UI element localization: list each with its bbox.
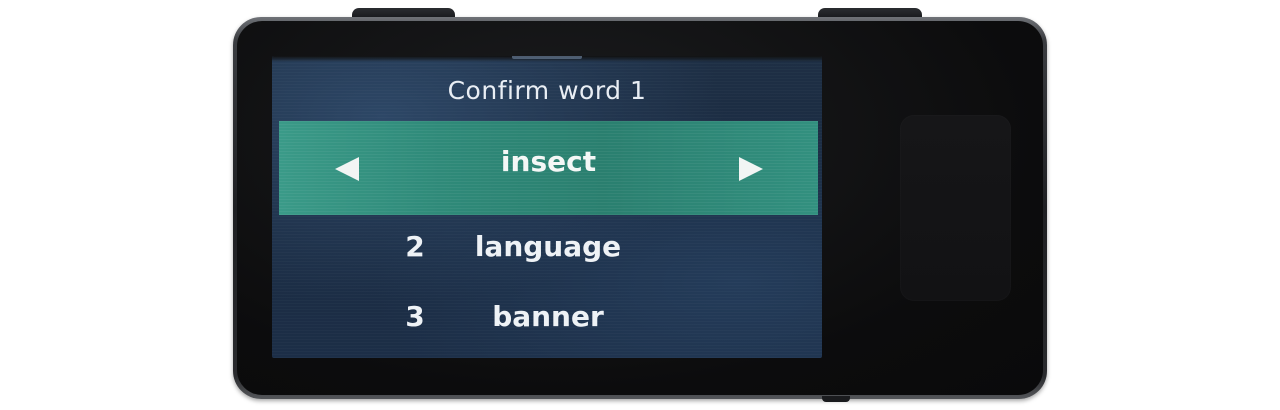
option-word: language [474, 230, 622, 263]
option-number: 2 [405, 230, 425, 263]
option-number: 3 [405, 300, 425, 333]
triangle-right-icon[interactable] [739, 157, 763, 181]
option-word: banner [492, 300, 604, 333]
word-option-row[interactable]: 3 banner [272, 294, 822, 344]
touch-pad[interactable] [900, 115, 1011, 301]
swipe-indicator [512, 56, 582, 59]
device-stage: Confirm word 1 insect 2 language 3 banne… [0, 0, 1280, 410]
bottom-connector [822, 396, 850, 402]
selected-word: insect [500, 145, 597, 178]
screen-title: Confirm word 1 [447, 76, 647, 105]
word-option-row[interactable]: 2 language [272, 224, 822, 274]
selected-word-row[interactable]: insect [279, 121, 818, 215]
device-screen: Confirm word 1 insect 2 language 3 banne… [272, 56, 822, 358]
